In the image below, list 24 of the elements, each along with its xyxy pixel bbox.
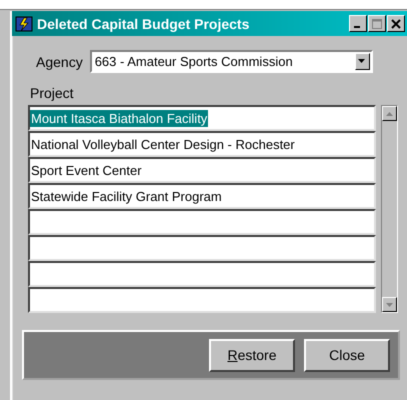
dropdown-button[interactable] <box>354 53 370 70</box>
dialog-button[interactable]: Restore <box>209 338 295 372</box>
minimize-button[interactable] <box>349 15 367 32</box>
scroll-down-button[interactable] <box>382 297 397 312</box>
dialog-button[interactable]: Close <box>304 338 390 372</box>
vertical-scrollbar[interactable] <box>381 105 398 313</box>
project-item[interactable]: Statewide Facility Grant Program <box>30 188 223 204</box>
project-item[interactable]: Sport Event Center <box>30 162 143 178</box>
down-arrow-icon <box>386 302 393 306</box>
project-label: Project <box>30 85 75 101</box>
maximize-icon <box>372 18 382 28</box>
agency-dropdown[interactable]: 663 - Amateur Sports Commission <box>90 50 373 73</box>
app-icon <box>15 14 33 32</box>
caret-icon <box>358 59 366 64</box>
close-button[interactable] <box>387 15 405 32</box>
window-title: Deleted Capital Budget Projects <box>37 16 250 32</box>
maximize-button[interactable] <box>368 15 386 32</box>
up-arrow-icon <box>386 112 393 116</box>
close-icon <box>391 18 401 28</box>
agency-label: Agency <box>36 54 83 70</box>
minimize-icon <box>354 26 360 28</box>
project-item[interactable]: National Volleyball Center Design - Rochester <box>30 136 296 152</box>
project-item[interactable]: Mount Itasca Biathalon Facility <box>30 110 208 126</box>
scroll-up-button[interactable] <box>382 106 397 121</box>
